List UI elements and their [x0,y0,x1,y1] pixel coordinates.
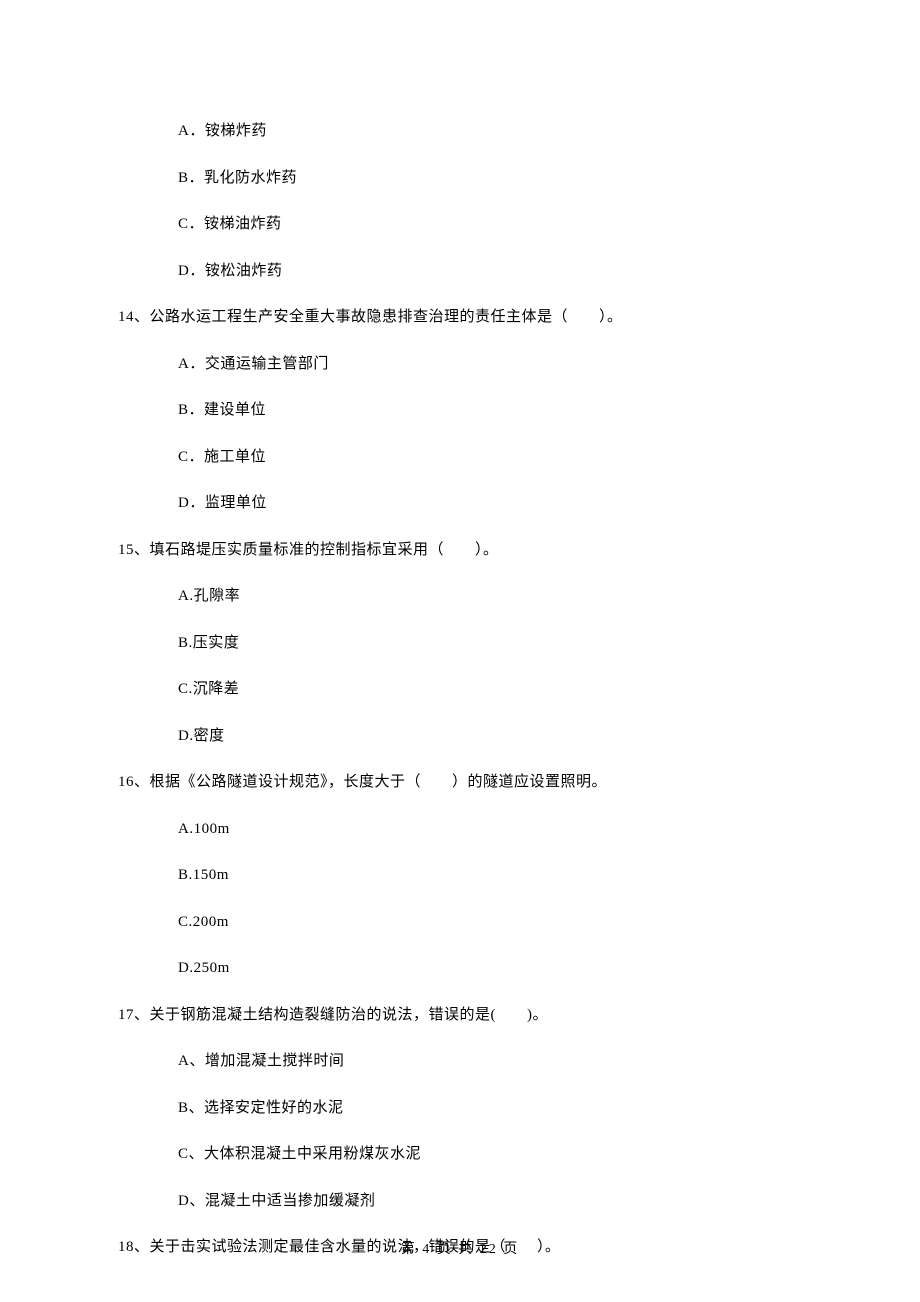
q16-option-c: C.200m [178,911,802,934]
q13-option-c: C．铵梯油炸药 [178,213,802,236]
q15-option-c: C.沉降差 [178,678,802,701]
q14-option-c: C．施工单位 [178,446,802,469]
q13-option-b: B．乳化防水炸药 [178,167,802,190]
page-footer: 第 4 页 共 22 页 [0,1239,920,1260]
q17-option-b: B、选择安定性好的水泥 [178,1097,802,1120]
q14-stem: 14、公路水运工程生产安全重大事故隐患排查治理的责任主体是（ ）。 [118,306,802,329]
q17-option-c: C、大体积混凝土中采用粉煤灰水泥 [178,1143,802,1166]
q15-option-d: D.密度 [178,725,802,748]
q17-option-a: A、增加混凝土搅拌时间 [178,1050,802,1073]
q15-stem: 15、填石路堤压实质量标准的控制指标宜采用（ ）。 [118,539,802,562]
q16-option-a: A.100m [178,818,802,841]
q14-option-b: B．建设单位 [178,399,802,422]
q17-stem: 17、关于钢筋混凝土结构造裂缝防治的说法，错误的是( )。 [118,1004,802,1027]
q14-option-a: A．交通运输主管部门 [178,353,802,376]
q14-option-d: D．监理单位 [178,492,802,515]
q16-option-b: B.150m [178,864,802,887]
q17-option-d: D、混凝土中适当掺加缓凝剂 [178,1190,802,1213]
q15-option-b: B.压实度 [178,632,802,655]
page: A．铵梯炸药 B．乳化防水炸药 C．铵梯油炸药 D．铵松油炸药 14、公路水运工… [0,0,920,1302]
q13-option-a: A．铵梯炸药 [178,120,802,143]
q16-stem: 16、根据《公路隧道设计规范》，长度大于（ ）的隧道应设置照明。 [118,771,802,794]
q13-option-d: D．铵松油炸药 [178,260,802,283]
q15-option-a: A.孔隙率 [178,585,802,608]
q16-option-d: D.250m [178,957,802,980]
